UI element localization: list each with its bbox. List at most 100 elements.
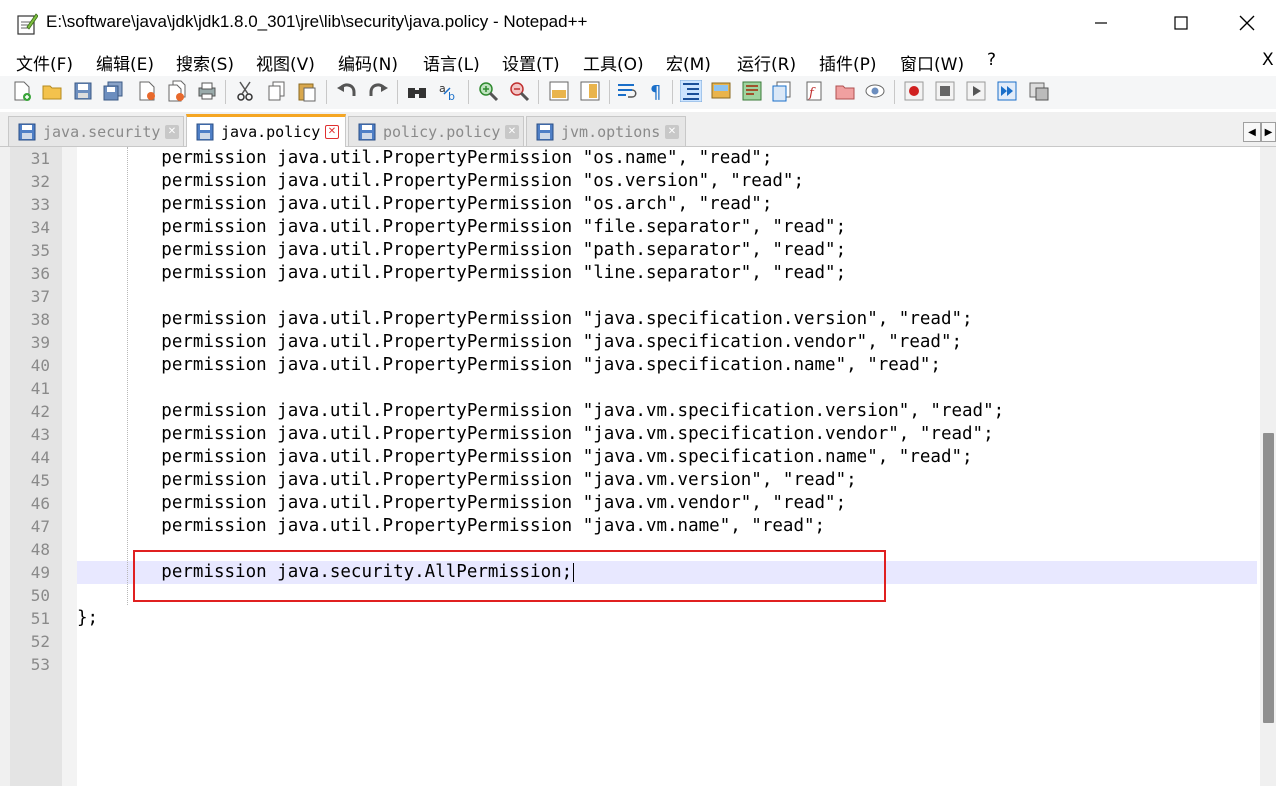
- menu-edit[interactable]: 编辑(E): [96, 50, 154, 75]
- menu-file[interactable]: 文件(F): [16, 50, 73, 75]
- editor-area[interactable]: 31 permission java.util.PropertyPermissi…: [0, 147, 1276, 786]
- close-file-icon[interactable]: [136, 80, 158, 102]
- toolbar-separator: [326, 80, 327, 104]
- menu-window[interactable]: 窗口(W): [900, 50, 964, 75]
- code-line[interactable]: permission java.util.PropertyPermission …: [77, 170, 804, 193]
- line-number: 35: [30, 241, 50, 260]
- line-number: 37: [30, 287, 50, 306]
- zoom-out-icon[interactable]: [508, 80, 530, 102]
- code-line[interactable]: permission java.util.PropertyPermission …: [77, 400, 1004, 423]
- tab-label: policy.policy: [383, 123, 501, 141]
- menu-settings[interactable]: 设置(T): [502, 50, 560, 75]
- find-icon[interactable]: [406, 80, 428, 102]
- code-line[interactable]: permission java.util.PropertyPermission …: [77, 262, 846, 285]
- menu-macro[interactable]: 宏(M): [666, 50, 711, 75]
- indent-guide-icon[interactable]: [680, 80, 702, 102]
- run-macro-multiple-icon[interactable]: [996, 80, 1018, 102]
- toolbar: ab ¶ f: [0, 76, 1276, 109]
- code-line[interactable]: permission java.util.PropertyPermission …: [77, 308, 972, 331]
- sync-vertical-icon[interactable]: [548, 80, 570, 102]
- vertical-scrollbar[interactable]: [1260, 147, 1276, 786]
- line-number: 52: [30, 632, 50, 651]
- show-all-chars-icon[interactable]: ¶: [646, 80, 668, 102]
- open-file-icon[interactable]: [41, 80, 63, 102]
- toolbar-separator: [894, 80, 895, 104]
- toolbar-separator: [225, 80, 226, 104]
- menu-run[interactable]: 运行(R): [737, 50, 796, 75]
- line-number: 53: [30, 655, 50, 674]
- scrollbar-thumb[interactable]: [1263, 433, 1274, 723]
- code-line[interactable]: permission java.util.PropertyPermission …: [77, 354, 941, 377]
- minimize-button[interactable]: [1066, 0, 1136, 46]
- minimize-icon: [1095, 22, 1107, 24]
- menu-plugins[interactable]: 插件(P): [819, 50, 877, 75]
- code-line[interactable]: permission java.util.PropertyPermission …: [77, 515, 825, 538]
- function-list-icon[interactable]: f: [803, 80, 825, 102]
- undo-icon[interactable]: [336, 80, 358, 102]
- highlight-annotation-box: [133, 550, 886, 602]
- line-number: 46: [30, 494, 50, 513]
- zoom-in-icon[interactable]: [477, 80, 499, 102]
- close-window-button[interactable]: [1217, 0, 1276, 46]
- print-icon[interactable]: [196, 80, 218, 102]
- tab-close-icon[interactable]: ✕: [665, 125, 679, 139]
- code-line[interactable]: };: [77, 607, 98, 630]
- code-line[interactable]: permission java.util.PropertyPermission …: [77, 239, 846, 262]
- line-number: 50: [30, 586, 50, 605]
- saved-file-icon: [358, 123, 376, 141]
- tab-java-policy[interactable]: java.policy ✕: [186, 114, 346, 147]
- menu-view[interactable]: 视图(V): [256, 50, 315, 75]
- code-line[interactable]: permission java.util.PropertyPermission …: [77, 423, 993, 446]
- chevron-right-icon: ▶: [1264, 126, 1273, 138]
- word-wrap-icon[interactable]: [616, 80, 638, 102]
- tab-close-icon[interactable]: ✕: [325, 125, 339, 139]
- code-line[interactable]: permission java.util.PropertyPermission …: [77, 216, 846, 239]
- tab-jvm-options[interactable]: jvm.options ✕: [526, 116, 686, 146]
- user-defined-language-icon[interactable]: [710, 80, 732, 102]
- code-line[interactable]: permission java.util.PropertyPermission …: [77, 492, 846, 515]
- replace-icon[interactable]: ab: [438, 80, 460, 102]
- tab-bar: java.security ✕ java.policy ✕ policy.pol…: [0, 112, 1276, 147]
- maximize-button[interactable]: [1146, 0, 1216, 46]
- code-line[interactable]: permission java.util.PropertyPermission …: [77, 446, 972, 469]
- menu-search[interactable]: 搜索(S): [176, 50, 234, 75]
- chevron-left-icon: ◀: [1248, 126, 1256, 138]
- save-all-icon[interactable]: [102, 80, 124, 102]
- code-line[interactable]: permission java.util.PropertyPermission …: [77, 469, 856, 492]
- redo-icon[interactable]: [367, 80, 389, 102]
- tab-label: jvm.options: [561, 123, 661, 141]
- menu-encoding[interactable]: 编码(N): [338, 50, 398, 75]
- menu-tools[interactable]: 工具(O): [583, 50, 644, 75]
- stop-recording-icon[interactable]: [934, 80, 956, 102]
- new-file-icon[interactable]: [11, 80, 33, 102]
- tab-scroll-right-button[interactable]: ▶: [1261, 122, 1276, 142]
- code-line[interactable]: permission java.util.PropertyPermission …: [77, 193, 772, 216]
- save-icon[interactable]: [72, 80, 94, 102]
- code-line[interactable]: permission java.util.PropertyPermission …: [77, 331, 962, 354]
- maximize-icon: [1174, 16, 1188, 30]
- cut-icon[interactable]: [235, 80, 257, 102]
- playback-macro-icon[interactable]: [965, 80, 987, 102]
- tab-close-icon[interactable]: ✕: [165, 125, 179, 139]
- tab-java-security[interactable]: java.security ✕: [8, 116, 184, 146]
- folder-as-workspace-icon[interactable]: [834, 80, 856, 102]
- line-number: 42: [30, 402, 50, 421]
- sync-horizontal-icon[interactable]: [579, 80, 601, 102]
- paste-icon[interactable]: [296, 80, 318, 102]
- close-all-icon[interactable]: [166, 80, 188, 102]
- tab-policy-policy[interactable]: policy.policy ✕: [348, 116, 524, 146]
- copy-icon[interactable]: [266, 80, 288, 102]
- document-map-icon[interactable]: [741, 80, 763, 102]
- document-list-icon[interactable]: [771, 80, 793, 102]
- save-macro-icon[interactable]: [1028, 80, 1050, 102]
- menu-language[interactable]: 语言(L): [423, 50, 480, 75]
- line-number: 32: [30, 172, 50, 191]
- monitoring-icon[interactable]: [864, 80, 886, 102]
- code-line[interactable]: permission java.util.PropertyPermission …: [77, 147, 772, 170]
- record-macro-icon[interactable]: [903, 80, 925, 102]
- close-document-x[interactable]: X: [1262, 50, 1274, 70]
- tab-scroll-left-button[interactable]: ◀: [1243, 122, 1261, 142]
- fold-margin[interactable]: [62, 147, 77, 786]
- menu-help[interactable]: ?: [987, 50, 996, 70]
- tab-close-icon[interactable]: ✕: [505, 125, 519, 139]
